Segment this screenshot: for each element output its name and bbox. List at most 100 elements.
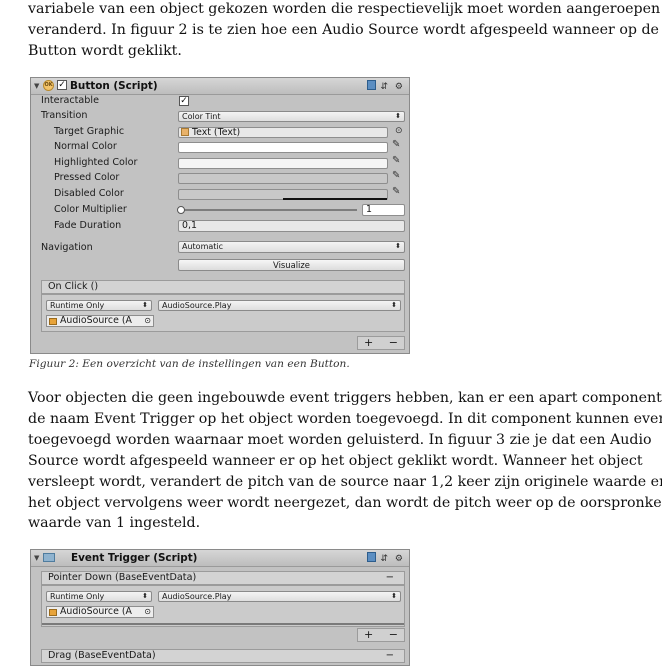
alpha-bar: [283, 198, 387, 200]
add-remove-listener-buttons[interactable]: + −: [357, 628, 405, 642]
function-dropdown[interactable]: AudioSource.Play ⬍: [158, 300, 401, 311]
highlighted-color-swatch[interactable]: [178, 158, 388, 169]
runtime-mode-value: Runtime Only: [50, 301, 105, 310]
pointer-down-event-list: Runtime Only ⬍ AudioSource.Play ⬍ AudioS…: [41, 585, 405, 627]
on-click-event-list: Runtime Only ⬍ AudioSource.Play ⬍ AudioS…: [41, 294, 405, 332]
paragraph-intro: variabele van een object gekozen worden …: [28, 0, 662, 62]
remove-icon[interactable]: −: [389, 628, 398, 641]
text-line: veranderd. In figuur 2 is te zien hoe ee…: [28, 21, 659, 38]
navigation-dropdown[interactable]: Automatic ⬍: [178, 241, 405, 253]
figure-caption: Figuur 2: Een overzicht van de instellin…: [29, 358, 350, 370]
runtime-mode-dropdown[interactable]: Runtime Only ⬍: [46, 591, 152, 602]
target-graphic-label: Target Graphic: [54, 126, 125, 137]
transition-dropdown[interactable]: Color Tint ⬍: [178, 111, 405, 122]
event-trigger-component-icon: [43, 553, 55, 562]
audio-source-object-field[interactable]: AudioSource (A ⊙: [46, 315, 154, 327]
dropdown-arrow-icon: ⬍: [395, 242, 401, 250]
pressed-color-label: Pressed Color: [54, 172, 120, 183]
object-picker-target-icon[interactable]: ⊙: [144, 607, 151, 617]
settings-gear-icon[interactable]: ⚙: [395, 554, 405, 564]
add-remove-listener-buttons[interactable]: + −: [357, 336, 405, 350]
event-trigger-inspector: ▼ Event Trigger (Script) ⇵ ⚙ Pointer Dow…: [30, 549, 410, 666]
text-line: toegevoegd worden waarnaar moet worden g…: [28, 431, 652, 448]
text-line: het object vervolgens weer wordt neergez…: [28, 494, 662, 511]
dropdown-arrow-icon: ⬍: [142, 592, 148, 600]
function-value: AudioSource.Play: [162, 301, 232, 310]
highlighted-color-label: Highlighted Color: [54, 157, 138, 168]
color-multiplier-input[interactable]: 1: [362, 204, 405, 216]
presets-sliders-icon[interactable]: ⇵: [381, 82, 391, 92]
paragraph-event-trigger: Voor objecten die geen ingebouwde event …: [28, 388, 662, 534]
fade-duration-input[interactable]: 0,1: [178, 220, 405, 232]
pointer-down-event-header: Pointer Down (BaseEventData) −: [41, 571, 405, 585]
pointer-down-title: Pointer Down (BaseEventData): [48, 572, 197, 583]
audio-source-object-value: AudioSource (A: [60, 606, 132, 617]
object-picker-target-icon[interactable]: ⊙: [395, 126, 403, 136]
navigation-label: Navigation: [41, 242, 93, 253]
header-tools: ⇵ ⚙: [366, 552, 405, 564]
eyedropper-icon[interactable]: ✎: [392, 139, 400, 150]
component-enabled-checkbox[interactable]: ✓: [57, 80, 67, 90]
dropdown-arrow-icon: ⬍: [142, 301, 148, 309]
interactable-checkbox[interactable]: ✓: [179, 96, 189, 106]
text-line: Source wordt afgespeeld wanneer er op he…: [28, 452, 643, 469]
eyedropper-icon[interactable]: ✎: [392, 155, 400, 166]
runtime-mode-dropdown[interactable]: Runtime Only ⬍: [46, 300, 152, 311]
pressed-color-swatch[interactable]: [178, 173, 388, 184]
text-line: versleept wordt, verandert de pitch van …: [28, 473, 662, 490]
object-picker-target-icon[interactable]: ⊙: [144, 316, 151, 326]
button-script-inspector: ▼ OK ✓ Button (Script) ⇵ ⚙ Interactable …: [30, 77, 410, 354]
target-graphic-value: Text (Text): [191, 127, 241, 138]
disabled-color-label: Disabled Color: [54, 188, 124, 199]
audio-source-object-value: AudioSource (A: [60, 315, 132, 326]
transition-value: Color Tint: [182, 112, 221, 121]
runtime-mode-value: Runtime Only: [50, 592, 105, 601]
dropdown-arrow-icon: ⬍: [391, 301, 397, 309]
help-book-icon[interactable]: [366, 552, 376, 562]
component-title: Button (Script): [70, 80, 158, 92]
component-header: ▼ OK ✓ Button (Script) ⇵ ⚙: [31, 78, 409, 95]
color-multiplier-slider-track[interactable]: [180, 209, 357, 211]
remove-icon[interactable]: −: [389, 336, 398, 349]
presets-sliders-icon[interactable]: ⇵: [381, 554, 391, 564]
normal-color-swatch[interactable]: [178, 142, 388, 153]
add-icon[interactable]: +: [364, 336, 373, 349]
text-line: Button wordt geklikt.: [28, 42, 182, 59]
text-line: waarde van 1 ingesteld.: [28, 515, 201, 532]
collapse-icon[interactable]: ▼: [34, 82, 39, 90]
drag-title: Drag (BaseEventData): [48, 650, 156, 661]
drag-event-header: Drag (BaseEventData) −: [41, 649, 405, 663]
text-line: Voor objecten die geen ingebouwde event …: [28, 390, 662, 406]
eyedropper-icon[interactable]: ✎: [392, 170, 400, 181]
settings-gear-icon[interactable]: ⚙: [395, 82, 405, 92]
eyedropper-icon[interactable]: ✎: [392, 186, 400, 197]
button-component-icon: OK: [43, 80, 54, 91]
separator-line: [42, 623, 404, 625]
remove-event-icon[interactable]: −: [386, 572, 394, 584]
dropdown-arrow-icon: ⬍: [395, 112, 401, 120]
text-line: de naam Event Trigger op het object word…: [28, 410, 662, 427]
dropdown-arrow-icon: ⬍: [391, 592, 397, 600]
color-multiplier-slider-knob[interactable]: [177, 206, 185, 214]
function-value: AudioSource.Play: [162, 592, 232, 601]
normal-color-label: Normal Color: [54, 141, 117, 152]
color-multiplier-label: Color Multiplier: [54, 204, 127, 215]
on-click-title: On Click (): [48, 281, 99, 292]
header-tools: ⇵ ⚙: [366, 80, 405, 92]
audio-source-icon: [49, 318, 57, 325]
target-graphic-field[interactable]: Text (Text): [178, 127, 388, 138]
help-book-icon[interactable]: [366, 80, 376, 90]
component-header: ▼ Event Trigger (Script) ⇵ ⚙: [31, 550, 409, 567]
fade-duration-label: Fade Duration: [54, 220, 122, 231]
add-icon[interactable]: +: [364, 628, 373, 641]
remove-event-icon[interactable]: −: [386, 650, 394, 662]
collapse-icon[interactable]: ▼: [34, 554, 39, 562]
text-component-icon: [181, 128, 189, 136]
component-title: Event Trigger (Script): [71, 552, 198, 564]
visualize-button[interactable]: Visualize: [178, 259, 405, 271]
navigation-value: Automatic: [182, 242, 224, 251]
function-dropdown[interactable]: AudioSource.Play ⬍: [158, 591, 401, 602]
on-click-event-header: On Click (): [41, 280, 405, 294]
audio-source-object-field[interactable]: AudioSource (A ⊙: [46, 606, 154, 618]
transition-label: Transition: [41, 110, 88, 121]
